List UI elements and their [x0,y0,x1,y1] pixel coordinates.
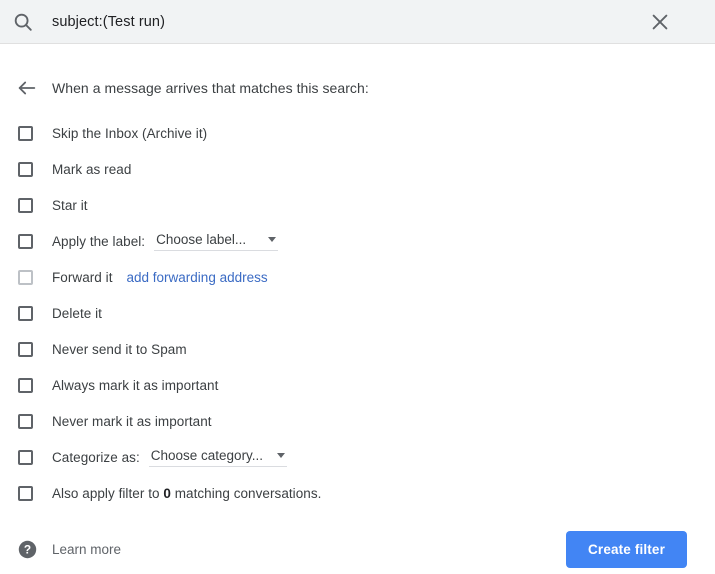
help-icon[interactable]: ? [18,540,37,559]
option-label: Delete it [52,305,102,321]
chevron-down-icon [277,452,286,458]
also-apply-suffix: matching conversations. [170,485,322,501]
dialog-footer: ? Learn more Create filter [0,529,715,569]
filter-heading-row: When a message arrives that matches this… [0,71,715,105]
chevron-down-icon [268,236,277,242]
option-label: Star it [52,197,88,213]
option-row-skip-the-inbox[interactable]: Skip the Inbox (Archive it) [0,115,715,151]
option-row-mark-as-read[interactable]: Mark as read [0,151,715,187]
learn-more-link[interactable]: Learn more [52,542,121,557]
choose-category-value: Choose category... [150,447,264,463]
checkbox-skip-the-inbox[interactable] [18,125,33,141]
option-row-never-mark-it-as-important[interactable]: Never mark it as important [0,403,715,439]
option-label: Apply the label: [52,233,146,249]
option-label: Mark as read [52,161,132,177]
option-row-always-mark-it-as-important[interactable]: Always mark it as important [0,367,715,403]
option-row-apply-the-label[interactable]: Apply the label: Choose label... [0,223,715,259]
choose-label-dropdown[interactable]: Choose label... [154,231,279,251]
svg-text:?: ? [24,542,31,556]
filter-options-list: Skip the Inbox (Archive it) Mark as read… [0,115,715,511]
option-row-forward-it[interactable]: Forward it add forwarding address [0,259,715,295]
option-label: Also apply filter to 0 matching conversa… [52,486,321,501]
choose-label-value: Choose label... [156,231,247,247]
checkbox-also-apply-filter[interactable] [18,485,33,501]
create-filter-button[interactable]: Create filter [566,530,687,568]
option-row-delete-it[interactable]: Delete it [0,295,715,331]
option-row-star-it[interactable]: Star it [0,187,715,223]
search-bar: subject:(Test run) [0,0,715,44]
checkbox-mark-as-read[interactable] [18,161,33,177]
back-arrow-icon[interactable] [16,77,38,99]
option-row-never-send-it-to-spam[interactable]: Never send it to Spam [0,331,715,367]
matching-conversations-count: 0 [163,485,171,501]
search-icon [12,11,34,33]
checkbox-apply-the-label[interactable] [18,233,33,249]
checkbox-never-send-it-to-spam[interactable] [18,341,33,357]
option-label: Forward it [52,269,113,285]
checkbox-star-it[interactable] [18,197,33,213]
option-label: Never send it to Spam [52,341,187,357]
search-input[interactable]: subject:(Test run) [52,14,649,30]
option-row-categorize-as[interactable]: Categorize as: Choose category... [0,439,715,475]
option-label: Never mark it as important [52,413,212,429]
checkbox-categorize-as[interactable] [18,449,33,465]
page-title: When a message arrives that matches this… [52,80,369,96]
add-forwarding-address-link[interactable]: add forwarding address [127,270,268,285]
checkbox-delete-it[interactable] [18,305,33,321]
option-label: Categorize as: [52,449,140,465]
checkbox-forward-it[interactable] [18,269,33,285]
option-row-also-apply-filter[interactable]: Also apply filter to 0 matching conversa… [0,475,715,511]
option-label: Skip the Inbox (Archive it) [52,125,208,141]
close-icon[interactable] [649,11,671,33]
choose-category-dropdown[interactable]: Choose category... [148,447,288,467]
option-label: Always mark it as important [52,377,219,393]
checkbox-never-mark-it-as-important[interactable] [18,413,33,429]
also-apply-prefix: Also apply filter to [52,485,164,501]
checkbox-always-mark-it-as-important[interactable] [18,377,33,393]
